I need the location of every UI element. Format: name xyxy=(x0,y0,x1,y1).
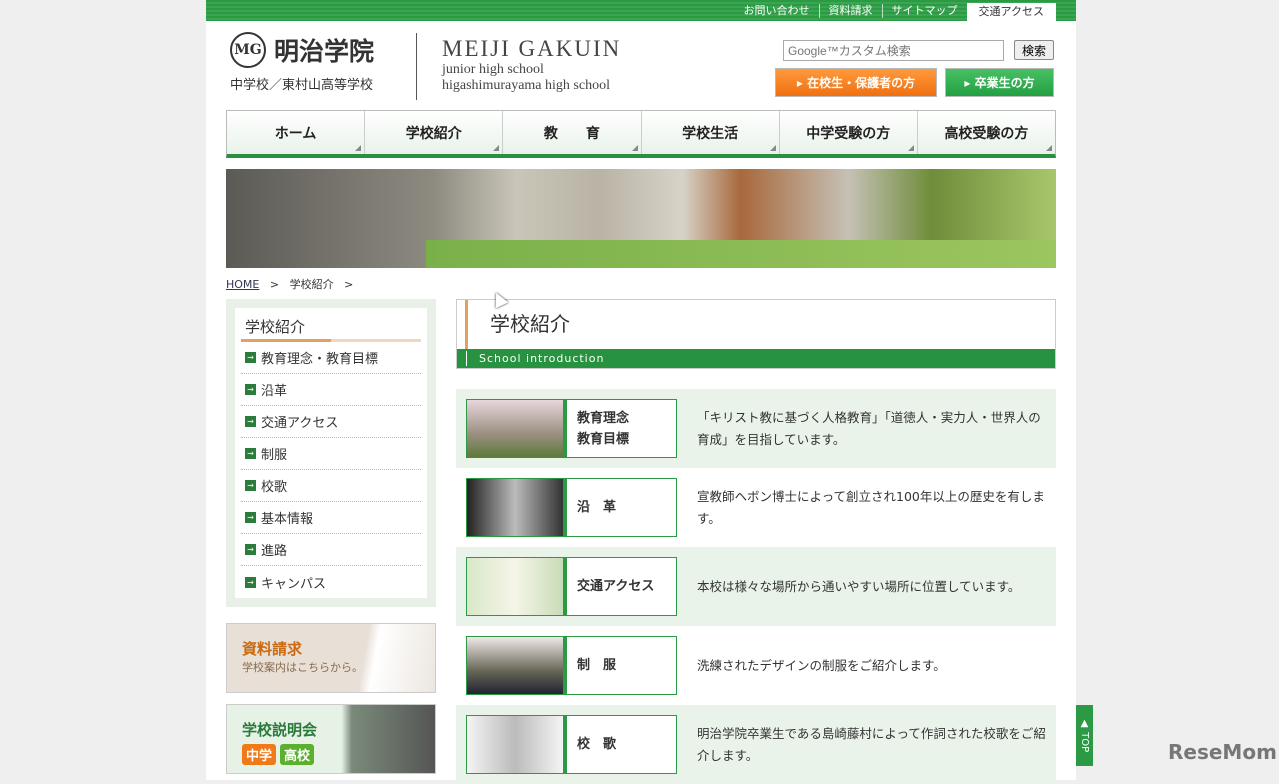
intro-card-link[interactable]: 制 服 xyxy=(466,636,677,695)
english-name: MEIJI GAKUIN junior high school higashim… xyxy=(442,36,621,94)
sitemap-link[interactable]: サイトマップ xyxy=(881,3,967,18)
sidebar-item-label: キャンパス xyxy=(261,576,327,592)
nav-high-admission[interactable]: 高校受験の方 xyxy=(916,111,1056,154)
thumbnail-image xyxy=(467,558,567,615)
junior-tag: 中学 xyxy=(242,744,277,765)
nav-education[interactable]: 教 育 xyxy=(502,111,641,154)
sidebar-item-label: 進路 xyxy=(261,544,288,559)
thumbnail-image xyxy=(467,400,567,457)
request-title: 資料請求 xyxy=(242,640,303,658)
divider xyxy=(416,33,417,100)
search-input[interactable] xyxy=(783,40,1004,61)
sidebar-item-label: 基本情報 xyxy=(261,512,314,527)
intro-row: 校 歌 明治学院卒業生である島崎藤村によって作詞された校歌をご紹介します。 xyxy=(456,705,1056,784)
request-subtitle: 学校案内はこちらから。 xyxy=(242,661,363,674)
row-description: 「キリスト教に基づく人格教育」「道徳人・実力人・世界人の育成」を目指しています。 xyxy=(697,409,1041,447)
main-nav: ホーム 学校紹介 教 育 学校生活 中学受験の方 高校受験の方 xyxy=(226,110,1056,158)
sidebar-item-label: 校歌 xyxy=(261,480,288,495)
site-logo[interactable]: MG 明治学院 中学校／東村山高等学校 xyxy=(230,32,418,93)
sidebar-item-label: 教育理念・教育目標 xyxy=(261,352,379,367)
arrow-right-icon: → xyxy=(245,448,256,459)
arrow-right-icon: → xyxy=(245,352,256,363)
sidebar-title: 学校紹介 xyxy=(241,308,421,342)
arrow-right-icon: → xyxy=(245,512,256,523)
intro-row: 制 服 洗練されたデザインの制服をご紹介します。 xyxy=(456,626,1056,705)
logo-text: 明治学院 xyxy=(274,37,375,66)
resemom-watermark: ReseMom xyxy=(1168,740,1277,764)
english-sub2: higashimurayama high school xyxy=(442,78,610,93)
card-label: 校 歌 xyxy=(577,737,617,752)
arrow-right-icon: → xyxy=(245,384,256,395)
page-subtitle: School introduction xyxy=(457,349,1055,368)
intro-card-link[interactable]: 沿 革 xyxy=(466,478,677,537)
high-tag: 高校 xyxy=(280,744,315,765)
main-content: 学校紹介 School introduction 教育理念 教育目標 「キリスト教… xyxy=(456,299,1056,784)
card-label: 教育理念 教育目標 xyxy=(577,410,630,447)
card-label: 制 服 xyxy=(577,658,617,673)
sidebar-item[interactable]: → 沿革 xyxy=(241,374,421,406)
page-title: 学校紹介 xyxy=(465,300,1055,349)
row-description: 本校は様々な場所から通いやすい場所に位置しています。 xyxy=(697,578,1021,594)
back-to-top-button[interactable]: ▲ TOP xyxy=(1076,705,1093,766)
intro-row: 沿 革 宣教師ヘボン博士によって創立され100年以上の歴史を有します。 xyxy=(456,468,1056,547)
breadcrumb-home[interactable]: HOME xyxy=(226,278,259,291)
sidebar-item[interactable]: → 校歌 xyxy=(241,470,421,502)
info-session-title: 学校説明会 xyxy=(242,721,318,739)
row-description: 洗練されたデザインの制服をご紹介します。 xyxy=(697,657,946,673)
intro-card-link[interactable]: 交通アクセス xyxy=(466,557,677,616)
thumbnail-image xyxy=(467,716,567,773)
arrow-right-icon: → xyxy=(245,480,256,491)
breadcrumb-current: 学校紹介 xyxy=(289,278,334,291)
row-description: 明治学院卒業生である島崎藤村によって作詞された校歌をご紹介します。 xyxy=(697,725,1046,763)
sidebar: 学校紹介 → 教育理念・教育目標 → 沿革 → 交通アクセス → 制服 → 校歌 → 基本情報 → 進路 →… xyxy=(226,299,436,607)
sidebar-item-label: 制服 xyxy=(261,448,288,463)
utility-bar: お問い合わせ 資料請求 サイトマップ 交通アクセス xyxy=(206,0,1076,21)
sidebar-item[interactable]: → 基本情報 xyxy=(241,502,421,534)
school-crest-icon: MG xyxy=(230,32,266,68)
access-link[interactable]: 交通アクセス xyxy=(966,2,1056,21)
search-form: 検索 xyxy=(783,40,1054,61)
english-sub1: junior high school xyxy=(442,62,544,77)
nav-about[interactable]: 学校紹介 xyxy=(364,111,503,154)
page-header: 学校紹介 School introduction xyxy=(456,299,1056,369)
sidebar-item[interactable]: → 交通アクセス xyxy=(241,406,421,438)
page: お問い合わせ 資料請求 サイトマップ 交通アクセス MG 明治学院 中学校／東村山… xyxy=(206,0,1076,784)
card-label: 交通アクセス xyxy=(577,579,655,594)
sidebar-item[interactable]: → 制服 xyxy=(241,438,421,470)
intro-row: 教育理念 教育目標 「キリスト教に基づく人格教育」「道徳人・実力人・世界人の育成」… xyxy=(456,389,1056,468)
breadcrumb: HOME > 学校紹介 > xyxy=(226,276,353,292)
card-label: 沿 革 xyxy=(577,500,617,515)
campus-banner-image xyxy=(226,169,1056,268)
contact-link[interactable]: お問い合わせ xyxy=(735,4,819,18)
nav-home[interactable]: ホーム xyxy=(227,111,365,154)
arrow-right-icon: → xyxy=(245,576,256,588)
nav-junior-admission[interactable]: 中学受験の方 xyxy=(778,111,917,154)
arrow-right-icon: → xyxy=(245,416,256,427)
sidebar-item-label: 沿革 xyxy=(261,384,288,399)
english-title: MEIJI GAKUIN xyxy=(442,36,622,61)
breadcrumb-sep: > xyxy=(269,278,280,291)
breadcrumb-sep: > xyxy=(344,278,354,291)
row-description: 宣教師ヘボン博士によって創立され100年以上の歴史を有します。 xyxy=(697,488,1045,526)
request-materials-banner[interactable]: 資料請求 学校案内はこちらから。 xyxy=(226,623,436,693)
sidebar-item[interactable]: → 進路 xyxy=(241,534,421,566)
nav-school-life[interactable]: 学校生活 xyxy=(640,111,779,154)
info-session-banner[interactable]: 学校説明会 中学 高校 xyxy=(226,704,436,774)
thumbnail-image xyxy=(467,479,567,536)
request-link[interactable]: 資料請求 xyxy=(818,3,882,18)
intro-card-link[interactable]: 教育理念 教育目標 xyxy=(466,399,677,458)
sidebar-item[interactable]: → 教育理念・教育目標 xyxy=(241,342,421,374)
alumni-button[interactable]: ▸ 卒業生の方 xyxy=(945,68,1054,97)
logo-subtitle: 中学校／東村山高等学校 xyxy=(230,78,374,93)
arrow-right-icon: → xyxy=(245,544,256,555)
intro-card-link[interactable]: 校 歌 xyxy=(466,715,677,774)
sidebar-item-label: 交通アクセス xyxy=(261,416,339,431)
intro-row: 交通アクセス 本校は様々な場所から通いやすい場所に位置しています。 xyxy=(456,547,1056,626)
search-button[interactable]: 検索 xyxy=(1014,40,1054,60)
sidebar-item[interactable]: → キャンパス xyxy=(241,566,421,598)
thumbnail-image xyxy=(467,637,567,694)
students-parents-button[interactable]: ▸ 在校生・保護者の方 xyxy=(775,68,937,97)
